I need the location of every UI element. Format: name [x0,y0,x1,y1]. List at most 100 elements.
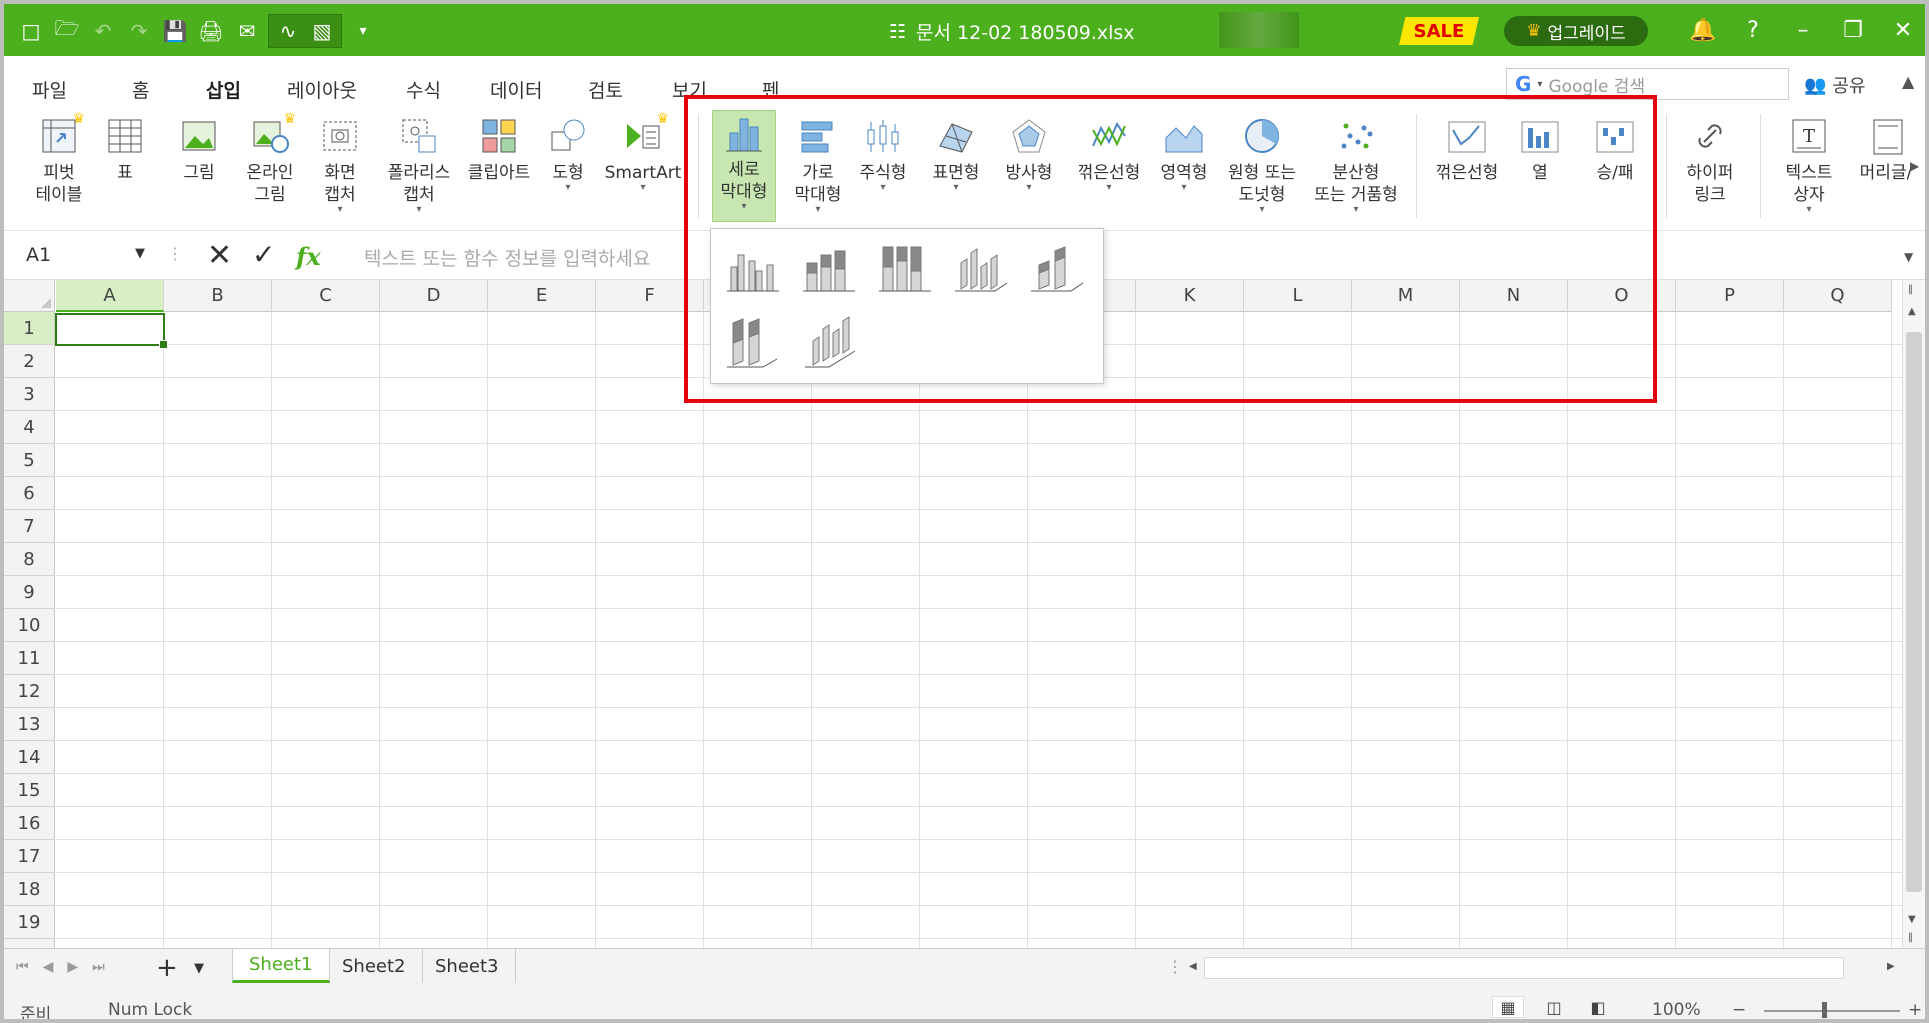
ribbon-sparkline-line-button[interactable]: 꺾은선형 [1428,114,1506,184]
ribbon-textbox-button[interactable]: T 텍스트 상자 ▾ [1776,114,1842,215]
row-header[interactable]: 11 [4,642,55,675]
row-header[interactable]: 3 [4,378,55,411]
dropdown-arrow-icon[interactable]: ▾ [1026,183,1031,193]
sheet-tab-3[interactable]: Sheet3 [419,949,516,983]
chart-option-3d-100-stacked-column[interactable] [723,313,783,373]
dropdown-arrow-icon[interactable]: ▾ [880,183,885,193]
sheet-list-icon[interactable]: ▼ [194,961,204,976]
sheet-tab-2[interactable]: Sheet2 [326,949,423,983]
dropdown-arrow-icon[interactable]: ▾ [1259,205,1264,215]
prev-sheet-icon[interactable]: ◀ [43,959,54,975]
ribbon-smartart-button[interactable]: ♛ SmartArt ▾ [605,111,682,193]
column-header[interactable]: B [164,280,272,312]
dropdown-arrow-icon[interactable]: ▾ [1181,183,1186,193]
quick-line-chart-icon[interactable]: ∿ [273,16,303,46]
row-header[interactable]: 5 [4,444,55,477]
add-sheet-icon[interactable]: + [156,953,178,983]
hscroll-splitter-icon[interactable]: ⋮ [1167,957,1183,976]
ribbon-line-chart-button[interactable]: 꺾은선형 ▾ [1068,114,1150,193]
ribbon-stock-chart-button[interactable]: 주식형 ▾ [852,114,914,193]
zoom-slider-thumb[interactable] [1822,1002,1827,1018]
sheet-tab-1[interactable]: Sheet1 [232,949,330,983]
column-header[interactable]: O [1568,280,1676,312]
tab-pen[interactable]: 펜 [762,76,779,103]
zoom-in-button[interactable]: + [1908,1000,1922,1019]
insert-function-icon[interactable]: fx [296,242,321,271]
column-header[interactable]: A [56,280,164,312]
next-sheet-icon[interactable]: ▶ [67,959,78,975]
chart-option-3d-stacked-column[interactable] [1027,239,1087,299]
select-all-corner[interactable] [4,280,55,312]
dropdown-arrow-icon[interactable]: ▾ [1806,205,1811,215]
name-box-dropdown-icon[interactable]: ▼ [135,246,145,261]
dropdown-arrow-icon[interactable]: ▾ [953,183,958,193]
row-header[interactable]: 9 [4,576,55,609]
collapse-ribbon-icon[interactable]: ▲ [1902,72,1914,91]
column-header[interactable]: C [272,280,380,312]
zoom-out-button[interactable]: − [1732,1000,1746,1019]
scroll-right-icon[interactable]: ▶ [1887,961,1895,972]
row-header[interactable]: 1 [4,312,55,345]
dropdown-arrow-icon[interactable]: ▾ [565,183,570,193]
dropdown-arrow-icon[interactable]: ▾ [416,205,421,215]
row-header[interactable]: 10 [4,609,55,642]
tab-home[interactable]: 홈 [132,76,149,103]
row-header[interactable]: 15 [4,774,55,807]
column-header[interactable]: E [488,280,596,312]
scroll-up-icon[interactable]: ▲ [1908,306,1916,317]
ribbon-radar-chart-button[interactable]: 방사형 ▾ [996,114,1062,193]
tab-formulas[interactable]: 수식 [406,76,441,103]
row-header[interactable]: 13 [4,708,55,741]
ribbon-header-footer-button[interactable]: 머리글/ [1846,114,1925,184]
formula-input[interactable]: 텍스트 또는 함수 정보를 입력하세요 [364,244,650,271]
ribbon-picture-button[interactable]: 그림 [176,114,222,184]
ribbon-scroll-right-icon[interactable]: ▶ [1910,159,1919,173]
minimize-icon[interactable]: – [1784,14,1822,46]
open-folder-icon[interactable]: 🗁 [52,16,82,46]
save-icon[interactable]: 💾 [160,16,190,46]
row-header[interactable]: 8 [4,543,55,576]
scroll-down-icon[interactable]: ▼ [1908,914,1916,925]
scroll-thumb[interactable] [1906,332,1922,892]
chart-option-100-stacked-column[interactable] [875,239,935,299]
vertical-scrollbar[interactable]: ‖ ▲ ▼ ‖ [1902,280,1925,948]
dropdown-arrow-icon[interactable]: ▾ [1353,205,1358,215]
ribbon-sparkline-column-button[interactable]: 열 [1516,114,1564,184]
row-header[interactable]: 7 [4,510,55,543]
expand-formula-icon[interactable]: ▼ [1904,250,1913,264]
row-header[interactable]: 16 [4,807,55,840]
first-sheet-icon[interactable]: ⏮ [16,959,29,975]
ribbon-surface-chart-button[interactable]: 표면형 ▾ [924,114,988,193]
dropdown-arrow-icon[interactable]: ▾ [815,205,820,215]
row-header[interactable]: 19 [4,906,55,939]
upgrade-button[interactable]: ♛ 업그레이드 [1504,16,1648,46]
share-button[interactable]: 👥 공유 [1804,72,1866,98]
ribbon-pivot-table-button[interactable]: ♛ 피벗 테이블 [26,111,92,206]
mail-icon[interactable]: ✉ [232,16,262,46]
column-header[interactable]: L [1244,280,1352,312]
row-header[interactable]: 18 [4,873,55,906]
normal-view-icon[interactable]: ▦ [1492,996,1524,1018]
row-header[interactable]: 4 [4,411,55,444]
customize-toolbar-icon[interactable]: ▾ [348,16,378,46]
row-header[interactable]: 17 [4,840,55,873]
redo-icon[interactable]: ↷ [124,16,154,46]
dropdown-arrow-icon[interactable]: ▾ [1106,183,1111,193]
quick-column-chart-icon[interactable]: ▧ [307,16,337,46]
tab-insert[interactable]: 삽입 [204,76,243,111]
dropdown-arrow-icon[interactable]: ▾ [640,183,645,193]
google-search-input[interactable]: G ▾ Google 검색 [1506,68,1789,100]
bell-icon[interactable]: 🔔 [1684,14,1722,46]
ribbon-screen-capture-button[interactable]: 화면 캡처 ▾ [314,114,366,215]
last-sheet-icon[interactable]: ⏭ [92,959,105,975]
ribbon-sparkline-winloss-button[interactable]: 승/패 [1584,114,1646,184]
row-header[interactable]: 12 [4,675,55,708]
ribbon-polaris-capture-button[interactable]: 폴라리스 캡처 ▾ [384,114,454,215]
user-account-area[interactable] [1219,12,1299,48]
dropdown-arrow-icon[interactable]: ▾ [741,202,746,212]
close-icon[interactable]: ✕ [1884,14,1922,46]
chart-option-3d-clustered-column[interactable] [951,239,1011,299]
row-header[interactable]: 6 [4,477,55,510]
column-header[interactable]: N [1460,280,1568,312]
column-header[interactable]: M [1352,280,1460,312]
